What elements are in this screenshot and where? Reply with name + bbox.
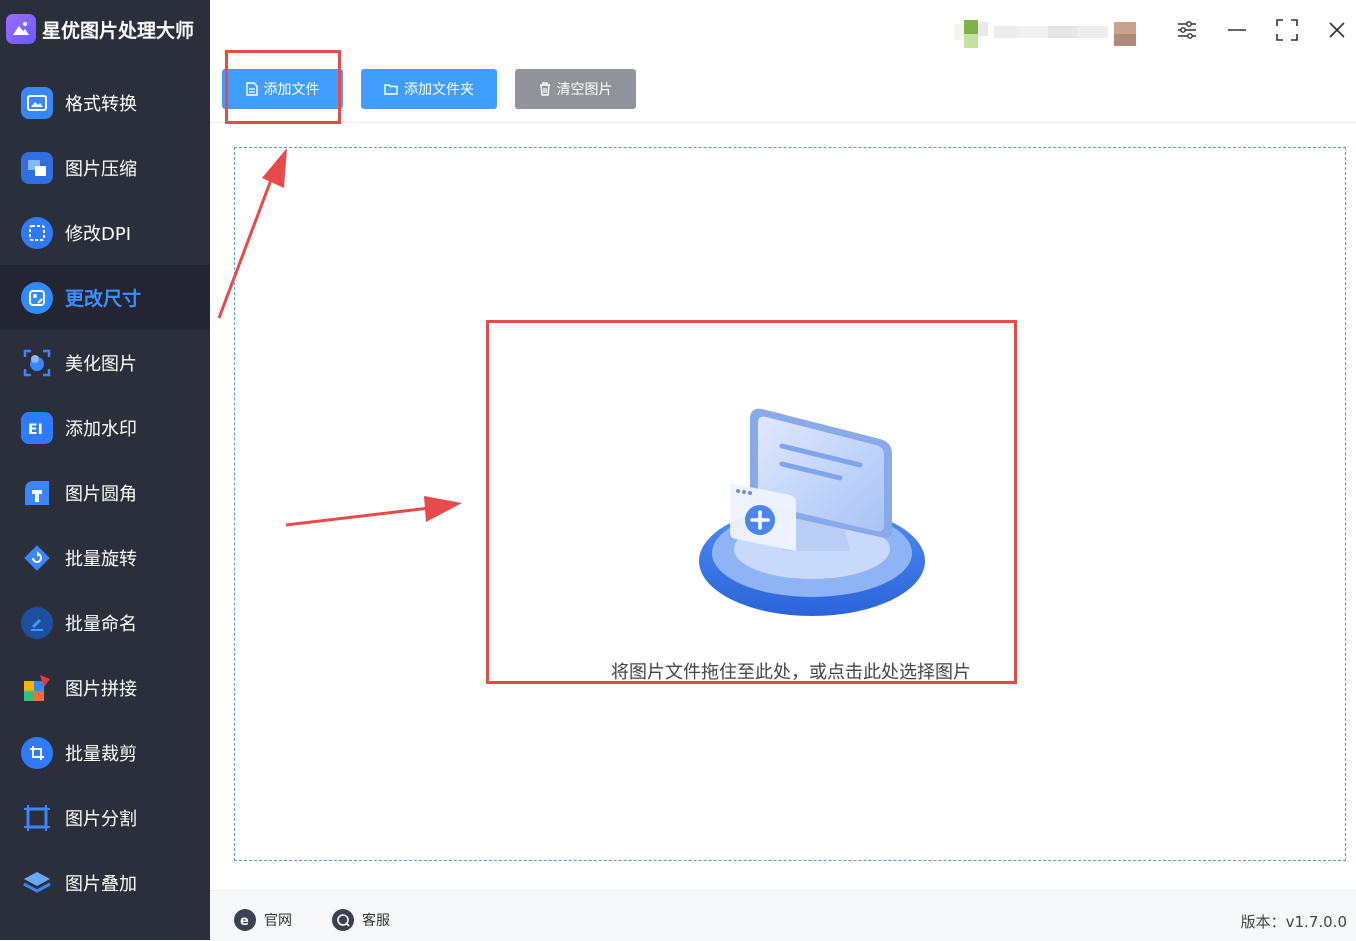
upload-monitor-illustration — [690, 401, 930, 625]
sidebar-item-label: 批量裁剪 — [65, 743, 137, 765]
resize-icon — [21, 281, 53, 314]
sidebar-item-batch-rotate[interactable]: 批量旋转 — [0, 525, 210, 590]
svg-text:EI: EI — [28, 422, 43, 437]
sidebar-item-label: 批量旋转 — [65, 548, 137, 570]
stitch-icon — [21, 672, 53, 704]
sidebar-item-beautify[interactable]: 美化图片 — [0, 330, 210, 395]
trash-icon — [539, 82, 551, 96]
sidebar-item-label: 批量命名 — [65, 613, 137, 635]
support-label: 客服 — [362, 913, 390, 929]
add-folder-button[interactable]: 添加文件夹 — [361, 69, 497, 109]
sidebar-item-rounded-corner[interactable]: 图片圆角 — [0, 460, 210, 525]
file-dropzone[interactable]: 将图片文件拖住至此处，或点击此处选择图片 — [234, 147, 1346, 861]
sidebar-nav: 格式转换 图片压缩 修改DPI 更改尺寸 美化图片 EI 添加水印 图片圆角 批… — [0, 70, 210, 915]
split-icon — [21, 802, 53, 834]
sidebar-item-label: 图片叠加 — [65, 873, 137, 895]
clear-images-button[interactable]: 清空图片 — [515, 69, 636, 109]
rename-icon — [21, 606, 53, 639]
sidebar-item-label: 美化图片 — [65, 353, 137, 375]
crop-icon — [21, 736, 53, 769]
beautify-icon — [21, 347, 53, 379]
browser-e-icon: e — [234, 909, 256, 931]
support-link[interactable]: 客服 — [332, 909, 390, 931]
settings-sliders-icon[interactable] — [1172, 14, 1202, 46]
footer: e 官网 客服 版本：v1.7.0.0 — [210, 890, 1356, 941]
sidebar-item-label: 格式转换 — [65, 93, 137, 115]
user-avatar[interactable] — [954, 12, 1146, 52]
rotate-icon — [21, 542, 53, 574]
sidebar-item-split[interactable]: 图片分割 — [0, 785, 210, 850]
sidebar-item-label: 图片分割 — [65, 808, 137, 830]
svg-text:e: e — [240, 914, 249, 927]
sidebar-item-watermark[interactable]: EI 添加水印 — [0, 395, 210, 460]
rounded-corner-icon — [21, 477, 53, 509]
add-file-label: 添加文件 — [263, 82, 320, 98]
toolbar: 添加文件 添加文件夹 清空图片 — [210, 60, 1356, 123]
main-area: 将图片文件拖住至此处，或点击此处选择图片 — [210, 123, 1356, 890]
sidebar-item-label: 图片圆角 — [65, 483, 137, 505]
minimize-icon[interactable] — [1222, 14, 1252, 46]
sidebar-item-image-compress[interactable]: 图片压缩 — [0, 135, 210, 200]
sidebar-item-format-convert[interactable]: 格式转换 — [0, 70, 210, 135]
version-text: 版本：v1.7.0.0 — [1240, 913, 1347, 931]
add-folder-label: 添加文件夹 — [404, 82, 474, 98]
maximize-icon[interactable] — [1272, 14, 1302, 46]
website-label: 官网 — [264, 913, 292, 929]
overlay-icon — [21, 867, 53, 899]
sidebar-item-stitch[interactable]: 图片拼接 — [0, 655, 210, 720]
add-file-button[interactable]: 添加文件 — [222, 69, 343, 109]
sidebar-item-label: 添加水印 — [65, 418, 137, 440]
sidebar-item-label: 更改尺寸 — [65, 288, 142, 310]
clear-images-label: 清空图片 — [556, 82, 613, 98]
website-link[interactable]: e 官网 — [234, 909, 292, 931]
dropzone-hint: 将图片文件拖住至此处，或点击此处选择图片 — [611, 662, 971, 683]
folder-icon — [384, 83, 398, 95]
image-convert-icon — [21, 86, 53, 119]
app-logo-icon — [6, 14, 36, 44]
watermark-icon: EI — [21, 411, 53, 444]
app-title-bar: 星优图片处理大师 — [0, 0, 210, 58]
close-icon[interactable] — [1322, 14, 1352, 46]
dpi-icon — [21, 216, 53, 249]
sidebar: 星优图片处理大师 格式转换 图片压缩 修改DPI 更改尺寸 美化图片 EI 添加… — [0, 0, 210, 940]
sidebar-item-label: 图片拼接 — [65, 678, 137, 700]
chat-icon — [332, 909, 354, 931]
sidebar-item-overlay[interactable]: 图片叠加 — [0, 850, 210, 915]
sidebar-item-modify-dpi[interactable]: 修改DPI — [0, 200, 210, 265]
file-icon — [245, 82, 258, 96]
sidebar-item-resize[interactable]: 更改尺寸 — [0, 265, 210, 330]
app-name: 星优图片处理大师 — [42, 19, 195, 42]
image-compress-icon — [21, 151, 53, 184]
title-bar — [210, 0, 1356, 60]
sidebar-item-label: 修改DPI — [65, 223, 132, 245]
sidebar-item-batch-rename[interactable]: 批量命名 — [0, 590, 210, 655]
sidebar-item-batch-crop[interactable]: 批量裁剪 — [0, 720, 210, 785]
sidebar-item-label: 图片压缩 — [65, 158, 137, 180]
